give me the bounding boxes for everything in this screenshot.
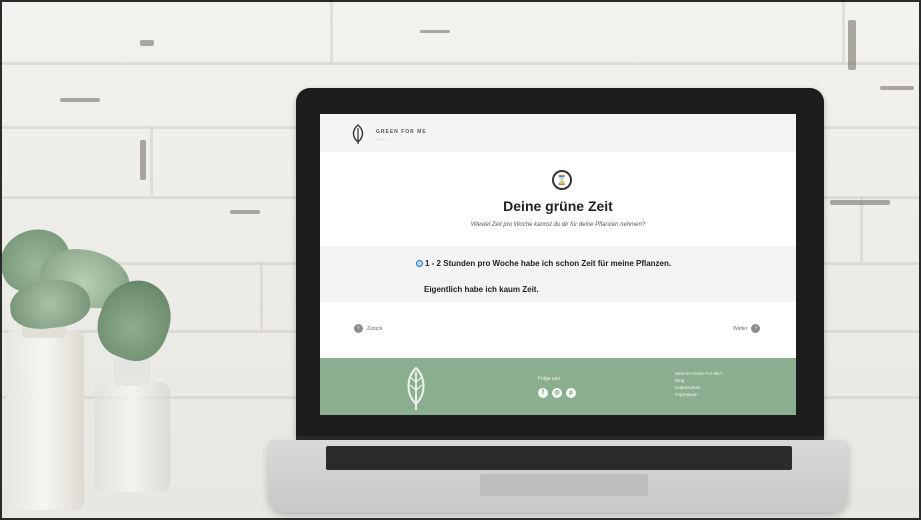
footer-link-about[interactable]: Was ist Green For Me? xyxy=(675,370,722,377)
brand-tagline: ——— xyxy=(376,136,388,141)
back-button[interactable]: ‹ Zurück xyxy=(354,324,382,333)
brick-mortar-line xyxy=(0,62,921,65)
option-2[interactable]: Eigentlich habe ich kaum Zeit. xyxy=(424,285,539,294)
leaf-icon[interactable] xyxy=(350,124,366,149)
wall-crack xyxy=(848,20,856,70)
pinterest-icon[interactable]: p xyxy=(566,388,576,398)
photo-scene: GREEN FOR ME ——— ⌛ Deine grüne Zeit Wiev… xyxy=(0,0,921,520)
next-button[interactable]: Weiter › xyxy=(733,324,761,333)
footer-link-blog[interactable]: Blog xyxy=(675,377,722,384)
arrow-right-icon: › xyxy=(751,324,761,333)
site-footer xyxy=(320,358,796,415)
laptop-trackpad xyxy=(480,474,648,496)
radio-selected[interactable] xyxy=(416,260,423,268)
glass-bottle-left xyxy=(6,330,84,510)
wall-crack xyxy=(230,210,260,214)
next-label: Weiter xyxy=(733,325,748,332)
option-2-label: Eigentlich habe ich kaum Zeit. xyxy=(424,285,539,294)
wall-crack xyxy=(420,30,450,33)
wall-crack xyxy=(60,98,100,102)
brand-name[interactable]: GREEN FOR ME xyxy=(376,129,427,135)
wall-crack xyxy=(140,140,146,180)
option-1-label: 1 - 2 Stunden pro Woche habe ich schon Z… xyxy=(425,259,672,268)
options-panel xyxy=(320,246,796,302)
follow-label: Folge uns xyxy=(538,376,560,382)
brick-mortar-line xyxy=(260,262,263,330)
laptop-keyboard xyxy=(326,446,792,470)
wall-crack xyxy=(830,200,890,205)
footer-link-imprint[interactable]: Impressum xyxy=(675,391,722,398)
quiz-title: Deine grüne Zeit xyxy=(503,198,613,214)
instagram-icon[interactable]: ◎ xyxy=(552,388,562,398)
quiz-subtitle: Wieviel Zeit pro Woche kannst du dir für… xyxy=(470,222,646,228)
wall-crack xyxy=(140,40,154,46)
leaf-icon xyxy=(404,366,428,418)
brick-mortar-line xyxy=(842,0,845,62)
footer-links: Was ist Green For Me? Blog Datenschutz I… xyxy=(675,370,722,398)
social-links: f ◎ p xyxy=(538,388,576,398)
clock-icon: ⌛ xyxy=(552,170,572,190)
footer-link-privacy[interactable]: Datenschutz xyxy=(675,384,722,391)
back-label: Zurück xyxy=(367,325,383,332)
wall-crack xyxy=(880,86,914,90)
brick-mortar-line xyxy=(860,196,863,262)
arrow-left-icon: ‹ xyxy=(354,324,363,333)
option-1[interactable]: 1 - 2 Stunden pro Woche habe ich schon Z… xyxy=(416,259,671,268)
glass-vase-right xyxy=(94,382,170,492)
brick-mortar-line xyxy=(330,0,333,62)
facebook-icon[interactable]: f xyxy=(538,388,548,398)
brick-mortar-line xyxy=(150,126,153,196)
